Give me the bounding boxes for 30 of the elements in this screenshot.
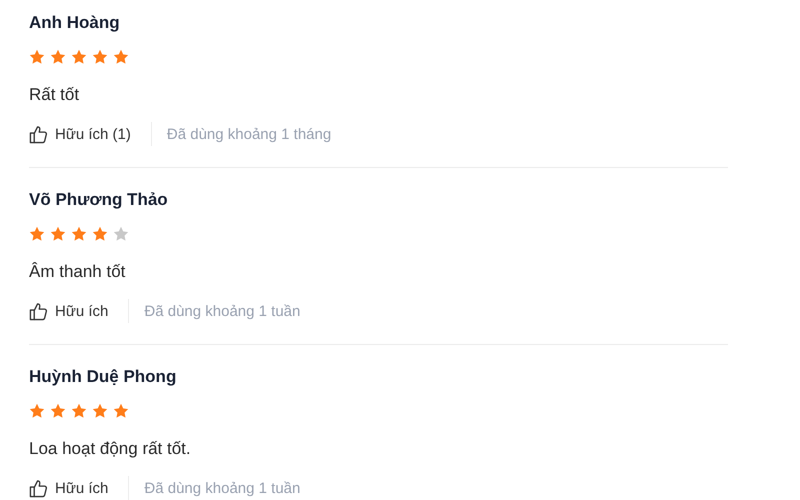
reviewer-name: Huỳnh Duệ Phong [29, 366, 178, 388]
star-icon [71, 49, 87, 65]
star-icon [92, 226, 108, 242]
review-text: Âm thanh tốt [29, 261, 126, 283]
review-text: Rất tốt [29, 84, 80, 106]
star-icon [113, 403, 129, 419]
usage-duration: Đã dùng khoảng 1 tuần [144, 480, 300, 496]
review-text: Loa hoạt động rất tốt. [29, 438, 192, 460]
star-icon [50, 226, 66, 242]
usage-duration: Đã dùng khoảng 1 tháng [166, 126, 332, 142]
reviewer-name: Võ Phương Thảo [29, 189, 169, 211]
thumbs-up-icon [29, 302, 48, 320]
star-icon [29, 226, 45, 242]
reviewer-name: Anh Hoàng [29, 12, 121, 34]
helpful-button[interactable]: Hữu ích (1) [29, 124, 131, 144]
star-icon [29, 403, 45, 419]
thumbs-up-icon [29, 478, 48, 498]
star-icon [92, 49, 108, 65]
star-icon [71, 226, 87, 242]
thumbs-up-icon [29, 124, 48, 144]
star-icon [71, 403, 87, 419]
helpful-button[interactable]: Hữu ích [29, 478, 108, 498]
helpful-button[interactable]: Hữu ích [29, 302, 108, 320]
star-icon [92, 403, 108, 419]
usage-duration: Đã dùng khoảng 1 tuần [144, 302, 300, 320]
star-icon [29, 49, 45, 65]
star-icon [113, 49, 129, 65]
star-icon [50, 403, 66, 419]
star-icon [113, 226, 129, 242]
star-icon [50, 49, 66, 65]
